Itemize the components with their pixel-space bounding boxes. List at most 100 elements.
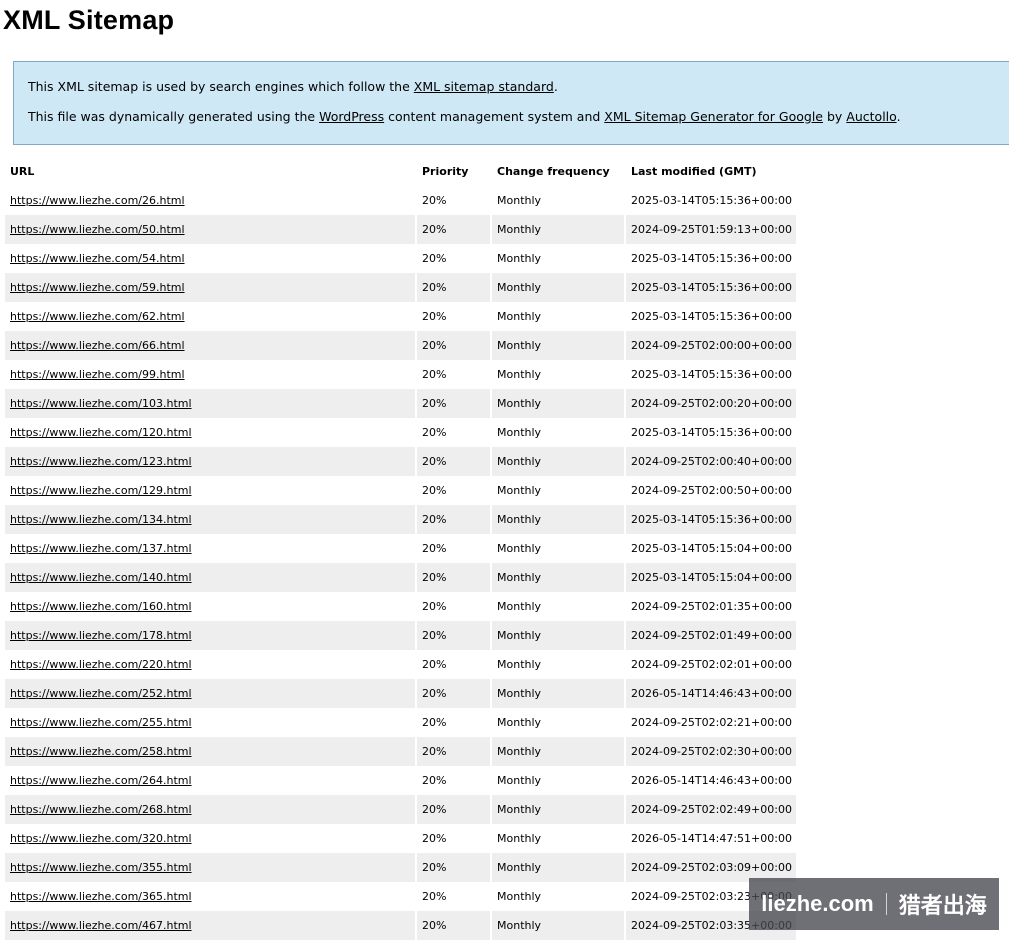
last-modified-cell: 2024-09-25T02:01:35+00:00	[631, 600, 792, 613]
last-modified-cell: 2024-09-25T01:59:13+00:00	[626, 215, 796, 244]
url-link[interactable]: https://www.liezhe.com/220.html	[10, 658, 192, 671]
priority-cell: 20%	[422, 484, 447, 497]
url-cell: https://www.liezhe.com/140.html	[5, 563, 415, 592]
table-row: https://www.liezhe.com/137.html 20% Monthl…	[5, 534, 796, 563]
change-frequency-cell: Monthly	[492, 215, 624, 244]
url-cell: https://www.liezhe.com/120.html	[5, 418, 415, 447]
table-row: https://www.liezhe.com/255.html 20% Monthl…	[5, 708, 796, 737]
url-cell: https://www.liezhe.com/264.html	[5, 766, 415, 795]
priority-cell: 20%	[422, 716, 447, 729]
priority-cell: 20%	[417, 795, 490, 824]
change-frequency-cell: Monthly	[492, 447, 624, 476]
priority-cell: 20%	[422, 542, 447, 555]
table-row: https://www.liezhe.com/355.html 20% Monthl…	[5, 853, 796, 882]
url-link[interactable]: https://www.liezhe.com/62.html	[10, 310, 185, 323]
url-link[interactable]: https://www.liezhe.com/59.html	[10, 281, 185, 294]
url-link[interactable]: https://www.liezhe.com/268.html	[10, 803, 192, 816]
last-modified-cell: 2025-03-14T05:15:36+00:00	[631, 426, 792, 439]
priority-cell: 20%	[417, 679, 490, 708]
watermark: liezhe.com 猎者出海	[749, 878, 999, 930]
priority-cell: 20%	[422, 600, 447, 613]
url-cell: https://www.liezhe.com/123.html	[5, 447, 415, 476]
url-link[interactable]: https://www.liezhe.com/160.html	[10, 600, 192, 613]
url-link[interactable]: https://www.liezhe.com/355.html	[10, 861, 192, 874]
url-cell: https://www.liezhe.com/54.html	[5, 244, 415, 273]
table-row: https://www.liezhe.com/178.html 20% Monthl…	[5, 621, 796, 650]
url-link[interactable]: https://www.liezhe.com/137.html	[10, 542, 192, 555]
header-change-frequency: Change frequency	[497, 165, 610, 178]
intro-text: content management system and	[384, 109, 605, 124]
url-link[interactable]: https://www.liezhe.com/26.html	[10, 194, 185, 207]
url-cell: https://www.liezhe.com/66.html	[5, 331, 415, 360]
sitemap-standard-link[interactable]: XML sitemap standard	[414, 79, 554, 94]
change-frequency-cell: Monthly	[492, 621, 624, 650]
table-header-row: URL Priority Change frequency Last modif…	[5, 157, 796, 186]
table-row: https://www.liezhe.com/134.html 20% Monthl…	[5, 505, 796, 534]
url-cell: https://www.liezhe.com/220.html	[5, 650, 415, 679]
url-link[interactable]: https://www.liezhe.com/123.html	[10, 455, 192, 468]
intro-text: by	[823, 109, 847, 124]
table-row: https://www.liezhe.com/26.html 20% Monthly…	[5, 186, 796, 215]
url-link[interactable]: https://www.liezhe.com/320.html	[10, 832, 192, 845]
watermark-domain: liezhe.com	[761, 891, 874, 916]
table-row: https://www.liezhe.com/320.html 20% Monthl…	[5, 824, 796, 853]
url-cell: https://www.liezhe.com/355.html	[5, 853, 415, 882]
url-cell: https://www.liezhe.com/103.html	[5, 389, 415, 418]
auctollo-link[interactable]: Auctollo	[846, 109, 896, 124]
url-link[interactable]: https://www.liezhe.com/264.html	[10, 774, 192, 787]
url-link[interactable]: https://www.liezhe.com/365.html	[10, 890, 192, 903]
last-modified-cell: 2025-03-14T05:15:36+00:00	[631, 310, 792, 323]
url-link[interactable]: https://www.liezhe.com/178.html	[10, 629, 192, 642]
change-frequency-cell: Monthly	[497, 600, 542, 613]
sitemap-table: URL Priority Change frequency Last modif…	[3, 157, 798, 940]
url-cell: https://www.liezhe.com/178.html	[5, 621, 415, 650]
url-cell: https://www.liezhe.com/50.html	[5, 215, 415, 244]
last-modified-cell: 2025-03-14T05:15:36+00:00	[631, 368, 792, 381]
change-frequency-cell: Monthly	[497, 310, 542, 323]
last-modified-cell: 2024-09-25T02:02:21+00:00	[631, 716, 792, 729]
change-frequency-cell: Monthly	[497, 368, 542, 381]
last-modified-cell: 2024-09-25T02:00:20+00:00	[626, 389, 796, 418]
url-link[interactable]: https://www.liezhe.com/252.html	[10, 687, 192, 700]
url-link[interactable]: https://www.liezhe.com/99.html	[10, 368, 185, 381]
wordpress-link[interactable]: WordPress	[319, 109, 384, 124]
table-row: https://www.liezhe.com/252.html 20% Monthl…	[5, 679, 796, 708]
intro-text: This file was dynamically generated usin…	[28, 109, 320, 124]
generator-link[interactable]: XML Sitemap Generator for Google	[604, 109, 823, 124]
url-link[interactable]: https://www.liezhe.com/467.html	[10, 919, 192, 932]
change-frequency-cell: Monthly	[497, 252, 542, 265]
change-frequency-cell: Monthly	[492, 273, 624, 302]
url-link[interactable]: https://www.liezhe.com/129.html	[10, 484, 192, 497]
table-row: https://www.liezhe.com/268.html 20% Monthl…	[5, 795, 796, 824]
url-link[interactable]: https://www.liezhe.com/103.html	[10, 397, 192, 410]
url-link[interactable]: https://www.liezhe.com/140.html	[10, 571, 192, 584]
priority-cell: 20%	[422, 658, 447, 671]
last-modified-cell: 2025-03-14T05:15:04+00:00	[631, 542, 792, 555]
url-cell: https://www.liezhe.com/365.html	[5, 882, 415, 911]
last-modified-cell: 2025-03-14T05:15:36+00:00	[626, 273, 796, 302]
url-cell: https://www.liezhe.com/62.html	[5, 302, 415, 331]
url-link[interactable]: https://www.liezhe.com/66.html	[10, 339, 185, 352]
url-link[interactable]: https://www.liezhe.com/50.html	[10, 223, 185, 236]
url-link[interactable]: https://www.liezhe.com/255.html	[10, 716, 192, 729]
url-link[interactable]: https://www.liezhe.com/258.html	[10, 745, 192, 758]
url-link[interactable]: https://www.liezhe.com/54.html	[10, 252, 185, 265]
intro-line-1: This XML sitemap is used by search engin…	[28, 79, 1009, 94]
priority-cell: 20%	[417, 621, 490, 650]
url-cell: https://www.liezhe.com/129.html	[5, 476, 415, 505]
intro-box: This XML sitemap is used by search engin…	[13, 61, 1009, 145]
last-modified-cell: 2025-03-14T05:15:04+00:00	[626, 563, 796, 592]
page-title: XML Sitemap	[3, 5, 175, 35]
change-frequency-cell: Monthly	[497, 426, 542, 439]
url-link[interactable]: https://www.liezhe.com/134.html	[10, 513, 192, 526]
change-frequency-cell: Monthly	[492, 795, 624, 824]
table-row: https://www.liezhe.com/123.html 20% Monthl…	[5, 447, 796, 476]
url-link[interactable]: https://www.liezhe.com/120.html	[10, 426, 192, 439]
table-row: https://www.liezhe.com/120.html 20% Monthl…	[5, 418, 796, 447]
url-cell: https://www.liezhe.com/255.html	[5, 708, 415, 737]
table-row: https://www.liezhe.com/99.html 20% Monthly…	[5, 360, 796, 389]
table-row: https://www.liezhe.com/103.html 20% Monthl…	[5, 389, 796, 418]
url-cell: https://www.liezhe.com/252.html	[5, 679, 415, 708]
priority-cell: 20%	[422, 890, 447, 903]
priority-cell: 20%	[417, 273, 490, 302]
